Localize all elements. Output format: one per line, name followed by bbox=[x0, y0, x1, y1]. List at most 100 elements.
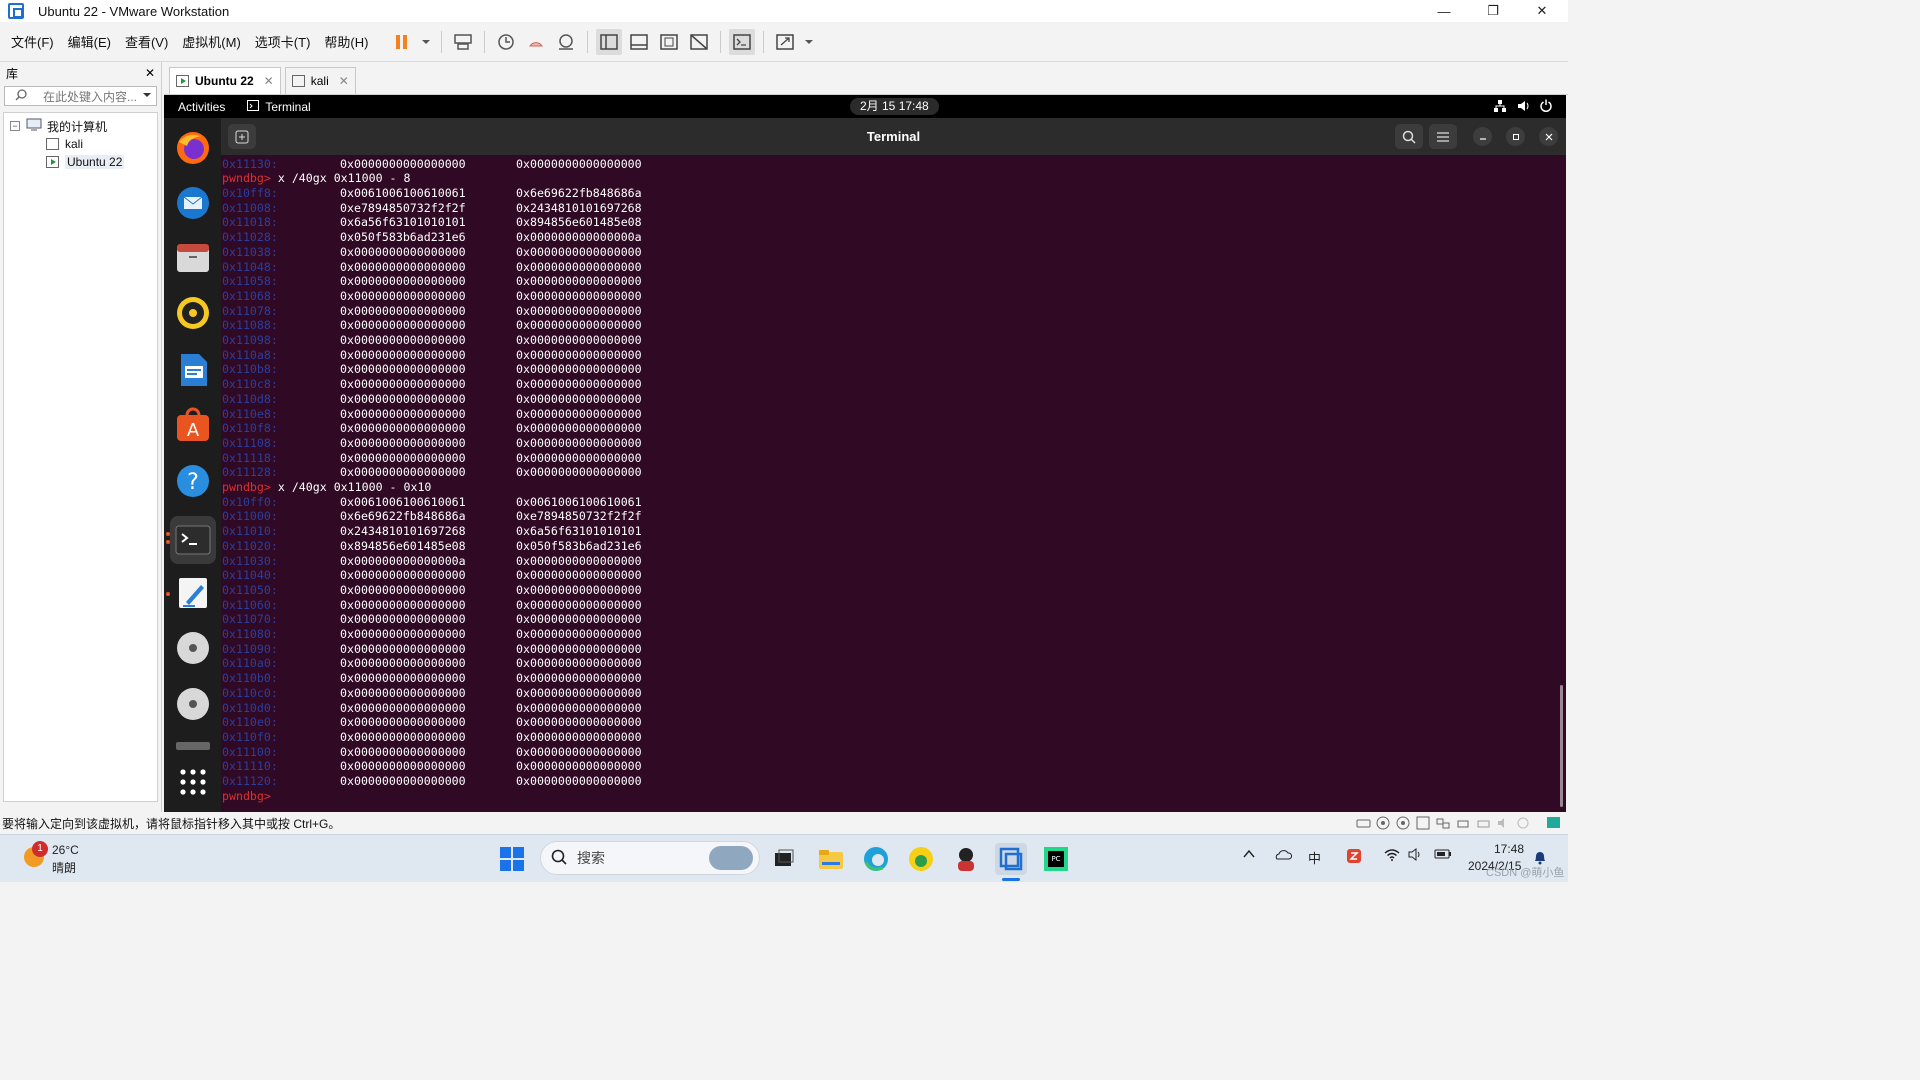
hamburger-menu-icon[interactable] bbox=[1429, 124, 1457, 149]
drive-icon[interactable] bbox=[173, 736, 213, 756]
speaker-icon[interactable] bbox=[1408, 848, 1424, 864]
pycharm-icon[interactable]: PC bbox=[1040, 843, 1072, 875]
power-icon[interactable] bbox=[1540, 99, 1552, 115]
windows-start-icon[interactable] bbox=[496, 843, 528, 875]
chevron-down-icon[interactable] bbox=[802, 29, 816, 55]
usb-icon[interactable] bbox=[1456, 816, 1471, 833]
search-icon[interactable] bbox=[1395, 124, 1423, 149]
cdrom-icon[interactable] bbox=[173, 628, 213, 668]
vmware-taskbar-icon[interactable] bbox=[995, 843, 1027, 875]
terminal-icon[interactable] bbox=[170, 516, 216, 564]
menu-file[interactable]: 文件(F) bbox=[4, 32, 61, 51]
terminal-output[interactable]: 0x11130: 0x0000000000000000 0x000000000000… bbox=[221, 155, 1566, 812]
libreoffice-writer-icon[interactable] bbox=[173, 350, 213, 390]
terminal-scrollbar[interactable] bbox=[1560, 685, 1563, 807]
chevron-down-icon[interactable] bbox=[419, 29, 433, 55]
fullscreen-icon[interactable] bbox=[656, 29, 682, 55]
help-icon[interactable]: ? bbox=[173, 461, 213, 501]
console-view-icon[interactable] bbox=[729, 28, 756, 55]
activities-button[interactable]: Activities bbox=[178, 100, 225, 114]
cdrom-device-icon[interactable] bbox=[1396, 816, 1411, 833]
library-close-button[interactable]: ✕ bbox=[145, 66, 155, 80]
cdrom-icon[interactable] bbox=[173, 684, 213, 724]
pause-icon[interactable] bbox=[389, 29, 415, 55]
files-icon[interactable] bbox=[173, 238, 213, 278]
menu-help[interactable]: 帮助(H) bbox=[317, 32, 375, 51]
memory-address: 0x11088: bbox=[222, 318, 278, 333]
app-center-icon[interactable]: A bbox=[173, 405, 213, 445]
tree-item-kali[interactable]: kali bbox=[4, 135, 157, 153]
maximize-button[interactable]: ❐ bbox=[1469, 0, 1517, 22]
sound-icon[interactable] bbox=[1496, 816, 1511, 833]
menu-vm[interactable]: 虚拟机(M) bbox=[175, 32, 248, 51]
thumbnail-bar-icon[interactable] bbox=[626, 29, 652, 55]
tab-close-icon[interactable]: ✕ bbox=[339, 74, 349, 88]
close-icon[interactable] bbox=[1539, 127, 1558, 146]
display-icon[interactable] bbox=[1516, 816, 1531, 833]
file-explorer-icon[interactable] bbox=[815, 843, 847, 875]
gnome-clock[interactable]: 2月 15 17:48 bbox=[850, 98, 939, 115]
input-method-indicator[interactable]: 中 bbox=[1308, 848, 1321, 867]
library-search-input[interactable]: 在此处键入内容... bbox=[4, 86, 157, 106]
memory-value: 0x0000000000000000 bbox=[516, 406, 642, 421]
weather-widget[interactable]: 1 26°C 晴朗 bbox=[20, 841, 110, 877]
app-icon-yellow[interactable] bbox=[905, 843, 937, 875]
minimize-icon[interactable] bbox=[1473, 127, 1492, 146]
tree-root[interactable]: − 我的计算机 bbox=[4, 117, 157, 135]
taskbar-time[interactable]: 17:48 bbox=[1494, 842, 1524, 856]
chevron-down-icon[interactable] bbox=[142, 89, 152, 103]
edge-browser-icon[interactable] bbox=[860, 843, 892, 875]
stretch-icon[interactable] bbox=[772, 29, 798, 55]
vmware-status-bar: 要将输入定向到该虚拟机，请将鼠标指针移入其中或按 Ctrl+G。 bbox=[0, 812, 1568, 834]
collapse-icon[interactable]: − bbox=[10, 121, 20, 131]
menu-tabs[interactable]: 选项卡(T) bbox=[248, 32, 318, 51]
red-app-tray-icon[interactable] bbox=[1346, 848, 1362, 867]
onedrive-icon[interactable] bbox=[1274, 848, 1293, 863]
tab-close-icon[interactable]: ✕ bbox=[264, 74, 274, 88]
battery-icon[interactable] bbox=[1434, 848, 1452, 863]
tree-item-ubuntu[interactable]: Ubuntu 22 bbox=[4, 153, 157, 171]
memory-address: 0x110e0: bbox=[222, 715, 278, 730]
hdd-icon[interactable] bbox=[1356, 816, 1371, 833]
vm-icon bbox=[291, 75, 305, 87]
firefox-icon[interactable] bbox=[173, 128, 213, 168]
app-menu-label[interactable]: Terminal bbox=[265, 100, 310, 114]
snapshot-icon[interactable] bbox=[493, 29, 519, 55]
send-keys-icon[interactable] bbox=[450, 29, 476, 55]
cdrom-device-icon[interactable] bbox=[1376, 816, 1391, 833]
minimize-button[interactable]: — bbox=[1420, 0, 1468, 22]
app-icon-avatar[interactable] bbox=[950, 843, 982, 875]
taskbar-search[interactable]: 搜索 bbox=[540, 841, 760, 875]
memory-value: 0x0000000000000000 bbox=[516, 318, 642, 333]
volume-icon[interactable] bbox=[1517, 100, 1530, 115]
memory-address: 0x11038: bbox=[222, 244, 278, 259]
chevron-up-icon[interactable] bbox=[1243, 848, 1255, 863]
close-button[interactable]: ✕ bbox=[1518, 0, 1566, 22]
library-toggle-icon[interactable] bbox=[596, 28, 623, 55]
unity-mode-icon[interactable] bbox=[686, 29, 712, 55]
memory-address: 0x11028: bbox=[222, 230, 278, 245]
printer-icon[interactable] bbox=[1476, 816, 1491, 833]
rhythmbox-icon[interactable] bbox=[173, 293, 213, 333]
memory-value: 0x0000000000000000 bbox=[516, 759, 642, 774]
vm-running-icon bbox=[176, 75, 189, 87]
floppy-icon[interactable] bbox=[1416, 816, 1431, 833]
tab-kali[interactable]: kali ✕ bbox=[284, 67, 356, 94]
restore-icon[interactable] bbox=[1506, 127, 1525, 146]
message-icon[interactable] bbox=[1546, 816, 1561, 833]
tab-ubuntu[interactable]: Ubuntu 22 ✕ bbox=[169, 67, 281, 94]
menu-edit[interactable]: 编辑(E) bbox=[61, 32, 118, 51]
revert-snapshot-icon[interactable] bbox=[523, 29, 549, 55]
network-icon[interactable] bbox=[1494, 100, 1506, 115]
show-apps-icon[interactable] bbox=[173, 762, 213, 802]
text-editor-icon[interactable] bbox=[173, 573, 213, 613]
menu-view[interactable]: 查看(V) bbox=[118, 32, 175, 51]
memory-address: 0x11080: bbox=[222, 627, 278, 641]
wifi-icon[interactable] bbox=[1384, 848, 1400, 864]
task-view-icon[interactable] bbox=[768, 843, 800, 875]
thunderbird-icon[interactable] bbox=[173, 183, 213, 223]
memory-address: 0x11078: bbox=[222, 303, 278, 318]
snapshot-manager-icon[interactable] bbox=[553, 29, 579, 55]
memory-dump-row: 0x11070: 0x0000000000000000 0x000000000000… bbox=[222, 612, 922, 627]
network-adapter-icon[interactable] bbox=[1436, 816, 1451, 833]
